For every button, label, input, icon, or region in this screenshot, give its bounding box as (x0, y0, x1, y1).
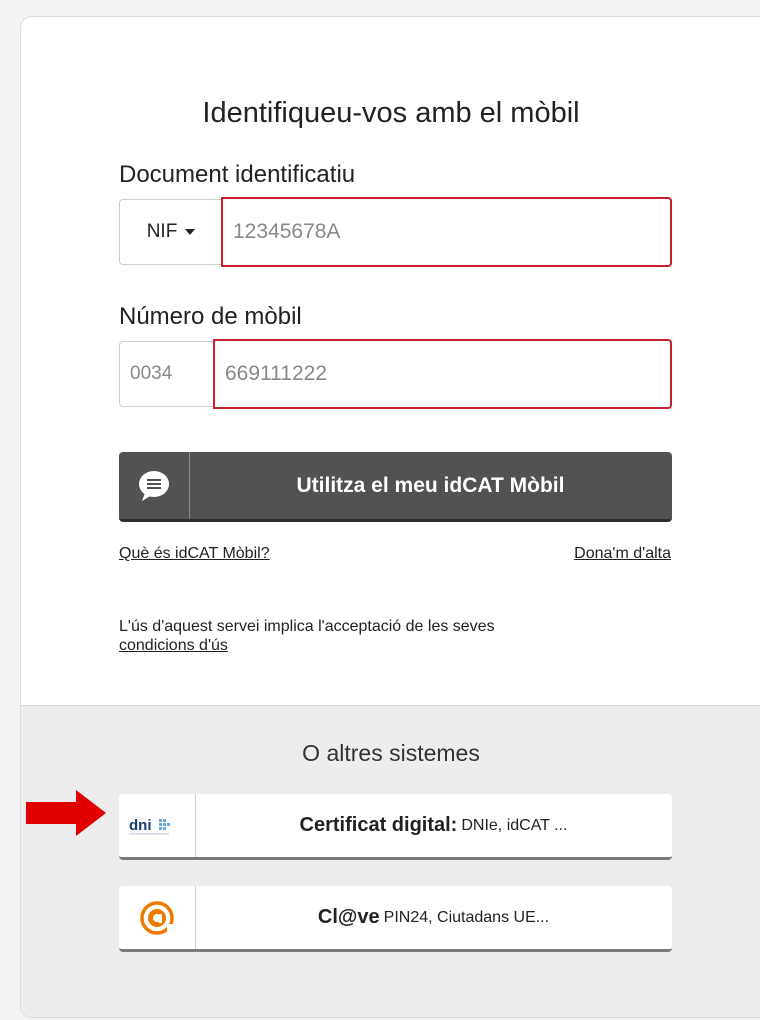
document-label: Document identificatiu (119, 161, 356, 188)
document-placeholder: 12345678A (233, 220, 341, 243)
terms-link[interactable]: condicions d'ús (119, 637, 228, 654)
mobile-input[interactable]: 669111222 (213, 339, 672, 409)
other-systems-section: O altres sistemes dni Certificat digital… (21, 705, 760, 1017)
what-is-idcat-link[interactable]: Què és idCAT Mòbil? (119, 545, 270, 563)
idcat-mobile-button[interactable]: Utilitza el meu idCAT Mòbil (119, 452, 672, 522)
svg-text:dni: dni (129, 817, 152, 834)
signup-link[interactable]: Dona'm d'alta (574, 545, 671, 563)
clave-button[interactable]: Cl@ve PIN24, Ciutadans UE... (119, 886, 672, 952)
document-type-select[interactable]: NIF (119, 199, 223, 265)
chat-bubble-icon (119, 452, 190, 519)
clave-button-label: Cl@ve PIN24, Ciutadans UE... (195, 886, 672, 949)
terms-text: L'ús d'aquest servei implica l'acceptaci… (119, 617, 639, 655)
idcat-mobile-button-label: Utilitza el meu idCAT Mòbil (296, 473, 565, 497)
document-type-value: NIF (146, 221, 178, 242)
clave-detail: PIN24, Ciutadans UE... (383, 908, 550, 926)
certificate-title: Certificat digital: (299, 814, 458, 836)
clave-title: Cl@ve (317, 906, 380, 928)
certificate-detail: DNIe, idCAT ... (461, 816, 568, 834)
document-input[interactable]: 12345678A (221, 197, 672, 267)
document-field-row: NIF 12345678A (119, 197, 672, 267)
chevron-down-icon (185, 229, 196, 235)
certificate-button[interactable]: dni Certificat digital: DNIe, idCAT ... (119, 794, 672, 860)
country-prefix: 0034 (119, 341, 215, 407)
red-arrow-icon (26, 790, 106, 836)
other-systems-title: O altres sistemes (302, 740, 480, 766)
terms-sentence: L'ús d'aquest servei implica l'acceptaci… (119, 618, 495, 635)
mobile-label: Número de mòbil (119, 303, 302, 330)
certificate-button-label: Certificat digital: DNIe, idCAT ... (195, 794, 672, 857)
login-card: Identifiqueu-vos amb el mòbil Document i… (20, 16, 760, 1018)
page-title: Identifiqueu-vos amb el mòbil (202, 97, 580, 129)
dni-logo-icon: dni (119, 794, 196, 857)
mobile-placeholder: 669111222 (225, 362, 327, 385)
mobile-field-row: 0034 669111222 (119, 339, 672, 409)
clave-logo-icon (119, 886, 196, 949)
